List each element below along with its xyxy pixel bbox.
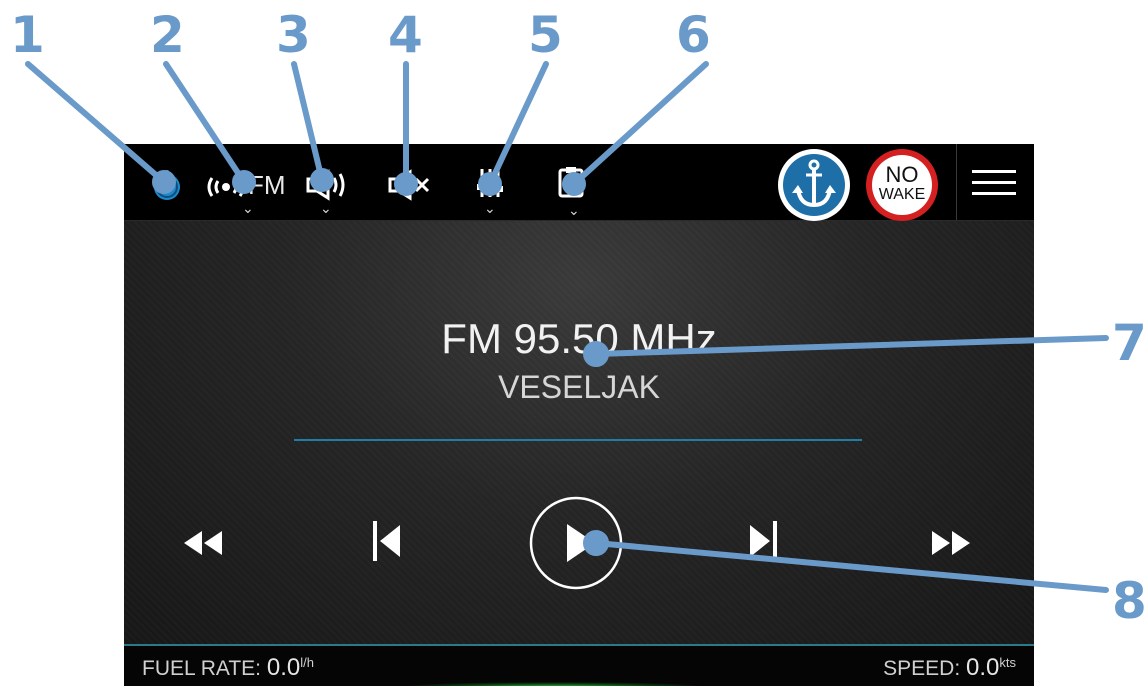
stereo-screen: FM ⌄ ⌄ ⌄ ⌄ NO WAKE FM 95.50 MHz VESELJAK… [124, 144, 1034, 686]
toolbar-divider [956, 144, 957, 220]
play-icon [529, 496, 623, 590]
no-wake-label-line1: NO [885, 162, 919, 187]
play-button[interactable] [529, 496, 623, 590]
anchor-mode-button[interactable] [778, 149, 850, 221]
fast-forward-button[interactable] [928, 523, 974, 563]
fuel-rate-label: FUEL RATE: [142, 657, 262, 680]
menu-button[interactable] [970, 164, 1020, 202]
fuel-rate-value: 0.0 [266, 654, 301, 681]
chevron-down-icon: ⌄ [320, 201, 332, 217]
chevron-down-icon: ⌄ [568, 203, 580, 219]
speaker-zone-icon [306, 169, 345, 201]
speed-unit: kts [999, 655, 1016, 670]
speed-readout: SPEED: 0.0kts [883, 654, 1016, 682]
callout-number-8: 8 [1112, 572, 1146, 630]
speaker-zone-button[interactable]: ⌄ [304, 168, 354, 220]
no-wake-button[interactable]: NO WAKE [866, 149, 938, 221]
callout-number-7: 7 [1112, 314, 1146, 372]
chevron-down-icon: ⌄ [484, 201, 496, 217]
callout-number-4: 4 [388, 6, 423, 64]
top-toolbar: FM ⌄ ⌄ ⌄ ⌄ NO WAKE [124, 144, 1034, 221]
mute-icon [388, 169, 430, 201]
progress-bar [294, 439, 862, 441]
radio-source-icon [207, 177, 245, 197]
no-wake-label-line2: WAKE [878, 186, 926, 203]
status-glow [404, 682, 704, 686]
station-name: VESELJAK [498, 369, 660, 405]
rewind-icon [184, 531, 222, 555]
fuel-rate-readout: FUEL RATE: 0.0l/h [142, 654, 314, 682]
equalizer-button[interactable]: ⌄ [474, 166, 508, 220]
source-label: FM [248, 170, 286, 200]
now-playing-panel: FM 95.50 MHz VESELJAK [124, 221, 1034, 644]
device-button[interactable]: ⌄ [556, 166, 590, 220]
callout-number-1: 1 [10, 6, 45, 64]
fast-forward-icon [932, 531, 970, 555]
status-bar: FUEL RATE: 0.0l/h SPEED: 0.0kts [124, 644, 1034, 686]
source-selector-button[interactable]: FM ⌄ [204, 170, 294, 220]
mute-button[interactable] [386, 168, 432, 204]
callout-number-6: 6 [676, 6, 711, 64]
fuel-rate-unit: l/h [300, 655, 314, 670]
chevron-down-icon: ⌄ [242, 201, 254, 217]
speed-value: 0.0 [966, 654, 1000, 681]
power-button[interactable] [148, 166, 186, 204]
previous-track-icon [373, 521, 400, 561]
next-track-button[interactable] [744, 519, 784, 563]
equalizer-icon [477, 169, 503, 197]
power-icon [154, 170, 180, 200]
device-icon [558, 167, 584, 198]
hamburger-menu-icon [972, 170, 1016, 195]
anchor-icon [792, 159, 836, 208]
next-track-icon [750, 521, 777, 561]
speed-label: SPEED: [883, 657, 961, 680]
callout-number-2: 2 [150, 6, 185, 64]
previous-track-button[interactable] [368, 519, 408, 563]
callout-number-3: 3 [276, 6, 311, 64]
frequency-label: FM 95.50 MHz [441, 315, 717, 362]
callout-number-5: 5 [528, 6, 563, 64]
rewind-button[interactable] [180, 523, 226, 563]
